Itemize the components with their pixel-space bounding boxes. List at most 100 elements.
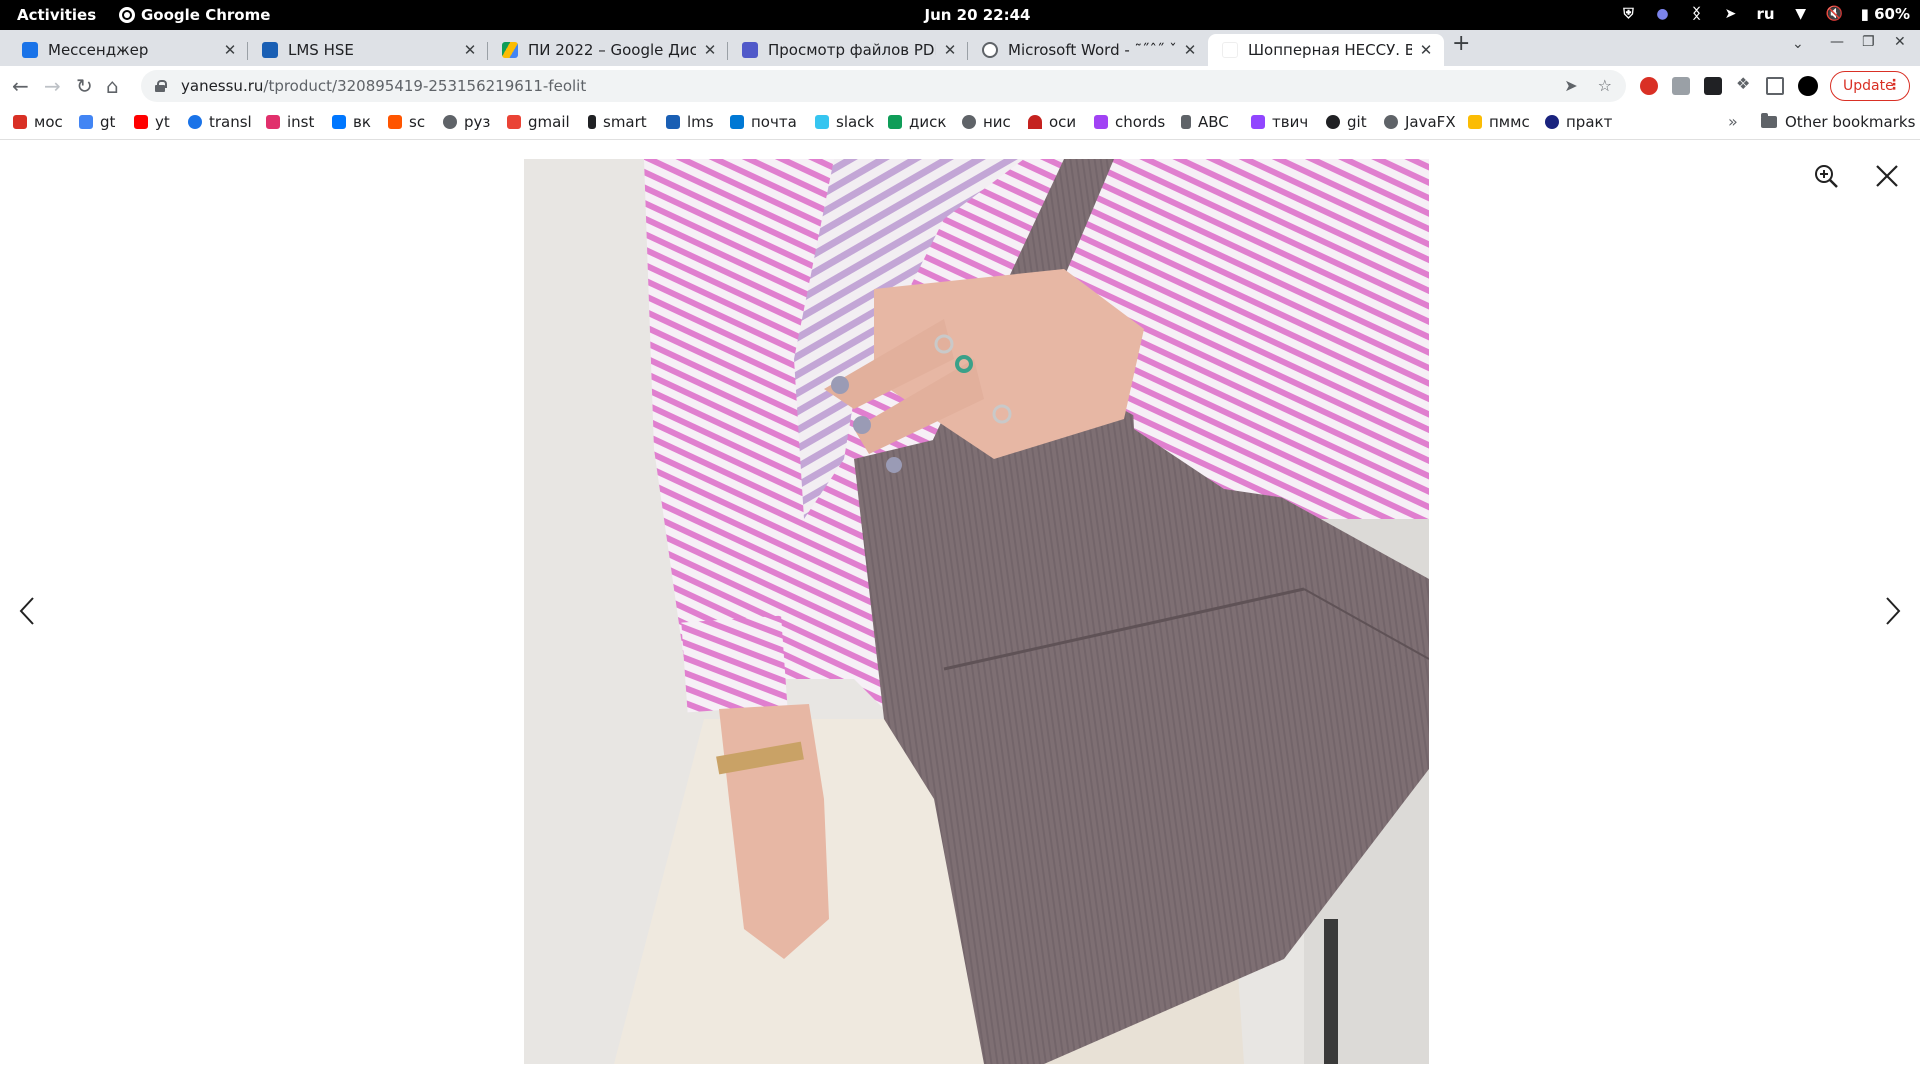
bookmark-item[interactable]: JavaFX <box>1384 113 1456 131</box>
bookmark-item[interactable]: диск <box>888 113 946 131</box>
tab-lms-hse[interactable]: LMS HSE ✕ <box>248 34 488 66</box>
bookmark-label: yt <box>155 113 170 131</box>
volume-muted-icon[interactable]: 🔇 <box>1826 6 1843 22</box>
bookmark-item[interactable]: transl <box>188 113 252 131</box>
tab-google-drive[interactable]: ПИ 2022 – Google Диск ✕ <box>488 34 728 66</box>
bookmark-label: ABC <box>1198 113 1229 131</box>
bookmark-item[interactable]: slack <box>815 113 874 131</box>
bookmark-favicon-icon <box>888 115 902 129</box>
bookmark-favicon-icon <box>1094 115 1108 129</box>
wifi-icon[interactable]: ▼ <box>1793 6 1809 22</box>
telegram-icon[interactable]: ➤ <box>1723 6 1739 22</box>
close-window-icon[interactable]: ✕ <box>1894 34 1906 50</box>
bookmark-favicon-icon <box>134 115 148 129</box>
bookmark-item[interactable]: оси <box>1028 113 1076 131</box>
tab-yanessu-shopper[interactable]: Шопперная НЕССУ. Вели ✕ <box>1208 34 1444 66</box>
keyboard-language[interactable]: ru <box>1757 5 1775 23</box>
other-bookmarks[interactable]: Other bookmarks <box>1761 113 1915 131</box>
bookmark-favicon-icon <box>1468 115 1482 129</box>
extension-icon[interactable] <box>1672 77 1690 95</box>
close-tab-icon[interactable]: ✕ <box>942 41 958 59</box>
bookmark-item[interactable]: chords <box>1094 113 1165 131</box>
tab-strip: Мессенджер ✕ LMS HSE ✕ ПИ 2022 – Google … <box>0 30 1920 66</box>
bookmark-item[interactable]: практ <box>1545 113 1612 131</box>
bookmark-item[interactable]: smart <box>588 113 647 131</box>
new-tab-button[interactable]: + <box>1452 31 1470 56</box>
bookmark-item[interactable]: git <box>1326 113 1367 131</box>
close-tab-icon[interactable]: ✕ <box>1182 41 1198 59</box>
close-tab-icon[interactable]: ✕ <box>462 41 478 59</box>
google-drive-favicon-icon <box>502 42 518 58</box>
bookmarks-bar: мос gt yt transl inst вк sc руз gmail sm… <box>0 106 1920 140</box>
bookmark-favicon-icon <box>1545 115 1559 129</box>
menu-kebab-icon[interactable]: ⋮ <box>1887 77 1901 93</box>
close-tab-icon[interactable]: ✕ <box>1418 41 1434 59</box>
restore-window-icon[interactable]: ❐ <box>1862 34 1875 50</box>
bookmark-favicon-icon <box>443 115 457 129</box>
bluetooth-icon[interactable]: ᛝ <box>1689 6 1705 22</box>
home-icon[interactable]: ⌂ <box>106 74 119 98</box>
bookmark-label: gmail <box>528 113 570 131</box>
bookmark-item[interactable]: ABC <box>1181 113 1229 131</box>
bookmark-item[interactable]: нис <box>962 113 1011 131</box>
close-tab-icon[interactable]: ✕ <box>222 41 238 59</box>
bookmark-star-icon[interactable]: ☆ <box>1598 76 1612 95</box>
back-icon[interactable]: ← <box>12 74 29 98</box>
bookmark-label: практ <box>1566 113 1613 131</box>
tab-pdf-viewer[interactable]: Просмотр файлов PDF ✕ <box>728 34 968 66</box>
bookmark-favicon-icon <box>588 115 596 129</box>
bookmark-item[interactable]: вк <box>332 113 371 131</box>
lock-icon[interactable] <box>155 80 167 92</box>
close-lightbox-icon[interactable] <box>1874 163 1900 189</box>
bookmark-label: JavaFX <box>1405 113 1456 131</box>
bookmark-label: chords <box>1115 113 1166 131</box>
update-button[interactable]: Update ⋮ <box>1830 71 1910 101</box>
tab-title: ПИ 2022 – Google Диск <box>528 41 696 59</box>
bookmark-label: вк <box>353 113 371 131</box>
bookmark-item[interactable]: gt <box>79 113 115 131</box>
teams-icon[interactable]: ● <box>1655 6 1671 22</box>
tab-microsoft-word[interactable]: Microsoft Word - ˜˝ˆ˝ ˇ ˛˝ ˝ ✕ <box>968 34 1208 66</box>
profile-avatar[interactable] <box>1798 76 1818 96</box>
bookmark-item[interactable]: yt <box>134 113 170 131</box>
close-tab-icon[interactable]: ✕ <box>702 41 718 59</box>
shield-icon[interactable]: ⛨ <box>1621 6 1637 22</box>
bookmark-item[interactable]: руз <box>443 113 490 131</box>
bookmark-item[interactable]: gmail <box>507 113 570 131</box>
zoom-in-icon[interactable] <box>1813 163 1839 189</box>
battery-status[interactable]: ▮ 60% <box>1861 5 1910 23</box>
tab-search-icon[interactable]: ⌄ <box>1792 36 1804 52</box>
side-panel-icon[interactable] <box>1766 77 1784 95</box>
bookmark-item[interactable]: пммс <box>1468 113 1530 131</box>
system-tray[interactable]: ⛨ ● ᛝ ➤ ru ▼ 🔇 ▮ 60% <box>1621 5 1910 23</box>
minimize-window-icon[interactable]: — <box>1830 34 1844 50</box>
bookmark-label: твич <box>1272 113 1309 131</box>
bookmark-item[interactable]: lms <box>666 113 714 131</box>
teams-favicon-icon <box>742 42 758 58</box>
bookmark-item[interactable]: твич <box>1251 113 1308 131</box>
reload-icon[interactable]: ↻ <box>76 74 93 98</box>
next-image-arrow-icon[interactable] <box>1884 596 1902 626</box>
bookmark-favicon-icon <box>1028 115 1042 129</box>
vk-extension-icon[interactable] <box>1704 77 1722 95</box>
yanessu-favicon-icon <box>1222 42 1238 58</box>
bookmark-item[interactable]: мос <box>13 113 63 131</box>
bookmark-favicon-icon <box>507 115 521 129</box>
more-bookmarks-chevron-icon[interactable]: » <box>1728 112 1738 131</box>
bookmark-item[interactable]: почта <box>730 113 797 131</box>
address-bar[interactable]: yanessu.ru/tproduct/320895419-2531562196… <box>141 70 1626 102</box>
bookmark-item[interactable]: inst <box>266 113 314 131</box>
battery-icon: ▮ <box>1860 5 1875 23</box>
forward-icon[interactable]: → <box>44 74 61 98</box>
system-top-bar: Activities Google Chrome Jun 20 22:44 ⛨ … <box>0 0 1920 30</box>
adblock-extension-icon[interactable] <box>1640 77 1658 95</box>
tab-messenger[interactable]: Мессенджер ✕ <box>8 34 248 66</box>
bookmark-favicon-icon <box>815 115 829 129</box>
send-tab-icon[interactable]: ➤ <box>1564 76 1577 95</box>
bookmark-label: sc <box>409 113 426 131</box>
bookmark-favicon-icon <box>79 115 93 129</box>
other-bookmarks-label: Other bookmarks <box>1785 113 1916 131</box>
previous-image-arrow-icon[interactable] <box>18 596 36 626</box>
bookmark-item[interactable]: sc <box>388 113 425 131</box>
puzzle-extensions-icon[interactable]: ❖ <box>1736 74 1754 93</box>
